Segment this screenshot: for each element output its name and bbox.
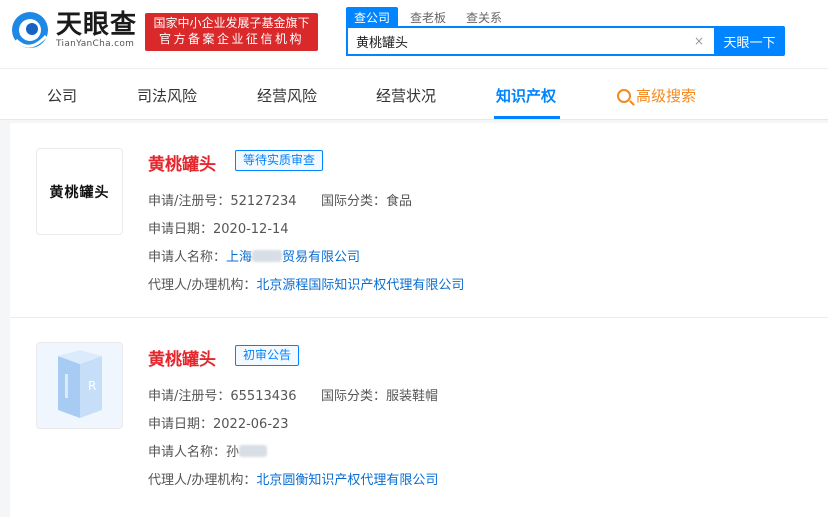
tab-search-relation[interactable]: 查关系 bbox=[458, 7, 510, 28]
reg-number-row: 申请/注册号：65513436 bbox=[148, 389, 297, 404]
advanced-search-link[interactable]: 高级搜索 bbox=[617, 85, 696, 106]
applicant-row: 申请人名称：孙 bbox=[148, 441, 268, 460]
status-badge: 初审公告 bbox=[235, 345, 300, 366]
slogan-banner: 国家中小企业发展子基金旗下 官方备案企业征信机构 bbox=[145, 13, 318, 51]
reg-number-row: 申请/注册号：52127234 bbox=[148, 194, 297, 209]
search-input[interactable] bbox=[348, 28, 714, 54]
trademark-image[interactable]: 黄桃罐头 bbox=[36, 148, 123, 235]
apply-date: 2022-06-23 bbox=[213, 417, 289, 432]
agent-row: 代理人/办理机构：北京源程国际知识产权代理有限公司 bbox=[148, 278, 465, 293]
svg-text:R: R bbox=[88, 379, 96, 393]
intl-class: 食品 bbox=[386, 194, 413, 209]
class-row: 国际分类：食品 bbox=[321, 194, 413, 209]
trademark-title[interactable]: 黄桃罐头 bbox=[148, 345, 216, 370]
logo-domain: TianYanCha.com bbox=[56, 38, 135, 49]
apply-date-row: 申请日期：2022-06-23 bbox=[148, 417, 289, 432]
advanced-search-label: 高级搜索 bbox=[636, 87, 697, 105]
reg-number: 52127234 bbox=[230, 194, 297, 209]
slogan-line-2: 官方备案企业征信机构 bbox=[158, 32, 304, 46]
applicant-name: 孙 bbox=[226, 445, 268, 460]
search-icon bbox=[617, 88, 631, 103]
trademark-image-text: 黄桃罐头 bbox=[49, 184, 110, 201]
tab-operational-status[interactable]: 经营状况 bbox=[376, 85, 436, 106]
result-divider bbox=[10, 317, 828, 318]
applicant-link[interactable]: 上海 贸易有限公司 bbox=[226, 250, 360, 265]
tianyancha-logo-icon bbox=[10, 10, 50, 50]
active-tab-underline bbox=[494, 116, 560, 119]
search-type-tabs: 查公司 查老板 查关系 bbox=[346, 7, 514, 28]
site-logo[interactable]: 天眼查 TianYanCha.com bbox=[10, 10, 137, 50]
results-panel bbox=[10, 123, 828, 517]
search-button[interactable]: 天眼一下 bbox=[714, 26, 785, 56]
category-nav: 公司 司法风险 经营风险 经营状况 知识产权 高级搜索 bbox=[0, 68, 828, 120]
search-box: × bbox=[346, 26, 714, 56]
redaction-blur bbox=[252, 250, 283, 262]
intl-class: 服装鞋帽 bbox=[386, 389, 439, 404]
tab-company[interactable]: 公司 bbox=[47, 85, 77, 106]
slogan-line-1: 国家中小企业发展子基金旗下 bbox=[153, 16, 310, 30]
tab-operational-risk[interactable]: 经营风险 bbox=[257, 85, 317, 106]
agent-link[interactable]: 北京圆衡知识产权代理有限公司 bbox=[256, 473, 438, 488]
logo-name: 天眼查 bbox=[56, 9, 138, 40]
reg-number: 65513436 bbox=[230, 389, 297, 404]
trademark-title[interactable]: 黄桃罐头 bbox=[148, 150, 216, 175]
clear-icon[interactable]: × bbox=[694, 34, 704, 48]
trademark-image[interactable]: R bbox=[36, 342, 123, 429]
tab-judicial-risk[interactable]: 司法风险 bbox=[137, 85, 197, 106]
apply-date-row: 申请日期：2020-12-14 bbox=[148, 222, 289, 237]
top-header: 天眼查 TianYanCha.com 国家中小企业发展子基金旗下 官方备案企业征… bbox=[0, 0, 828, 68]
redaction-blur bbox=[239, 445, 268, 457]
status-badge: 等待实质审查 bbox=[235, 150, 324, 171]
tab-search-company[interactable]: 查公司 bbox=[346, 7, 399, 28]
agent-row: 代理人/办理机构：北京圆衡知识产权代理有限公司 bbox=[148, 473, 439, 488]
class-row: 国际分类：服装鞋帽 bbox=[321, 389, 439, 404]
applicant-row: 申请人名称：上海 贸易有限公司 bbox=[148, 250, 361, 265]
agent-link[interactable]: 北京源程国际知识产权代理有限公司 bbox=[256, 278, 464, 293]
tab-search-boss[interactable]: 查老板 bbox=[402, 7, 454, 28]
placeholder-book-icon: R bbox=[57, 349, 102, 418]
apply-date: 2020-12-14 bbox=[213, 222, 289, 237]
tab-intellectual-property[interactable]: 知识产权 bbox=[496, 85, 556, 106]
